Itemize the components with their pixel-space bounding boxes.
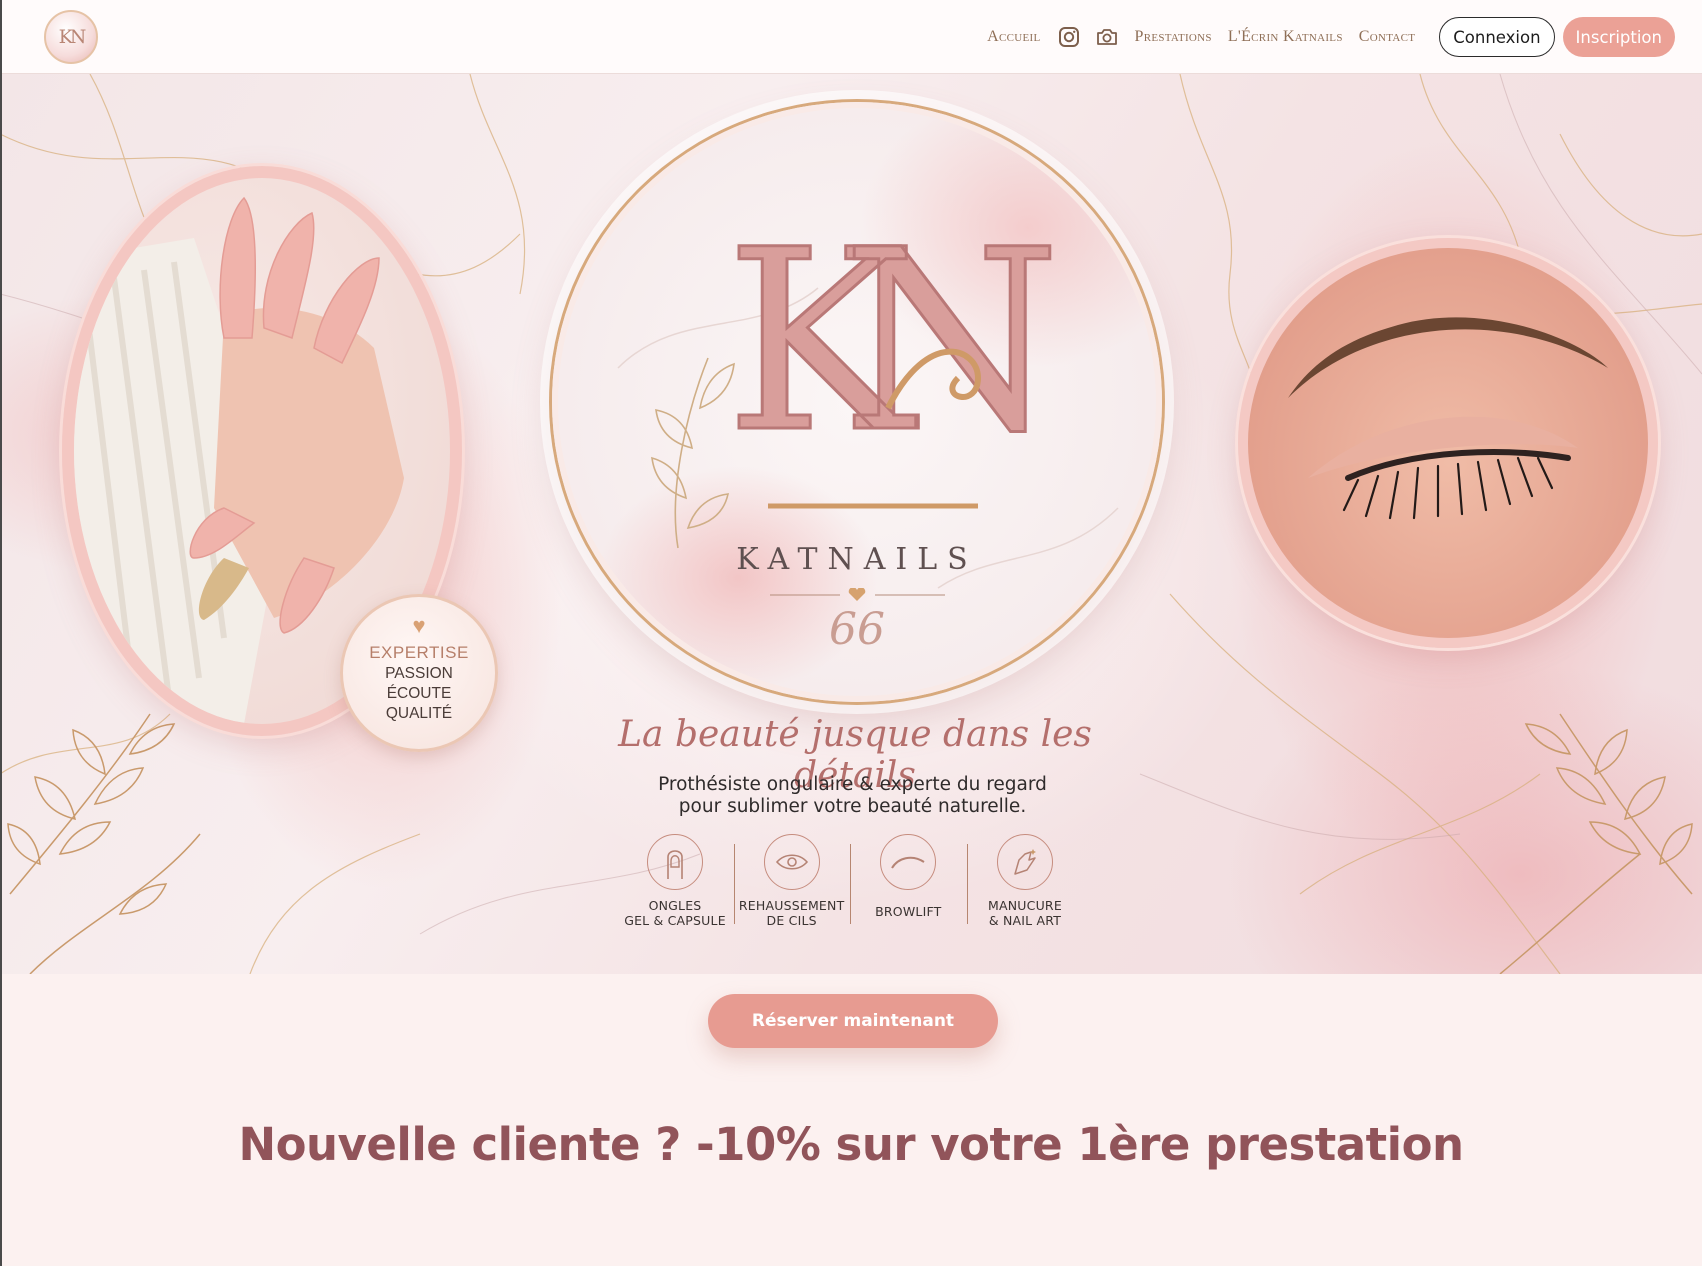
new-client-promo-heading: Nouvelle cliente ? -10% sur votre 1ère p… bbox=[238, 1118, 1464, 1171]
brand-name: KATNAILS bbox=[736, 542, 978, 577]
signup-button[interactable]: Inscription bbox=[1562, 17, 1675, 57]
instagram-icon[interactable] bbox=[1057, 25, 1081, 49]
hero-banner: ♥ EXPERTISE PASSION ÉCOUTE QUALITÉ KN KA… bbox=[0, 74, 1702, 974]
hero-subtitle-line-1: Prothésiste ongulaire & experte du regar… bbox=[658, 774, 1047, 795]
monogram-text: KN bbox=[725, 196, 1050, 487]
eye-icon bbox=[763, 834, 820, 890]
badge-line-expertise: EXPERTISE bbox=[369, 643, 469, 662]
service-rehaussement-line-2: DE CILS bbox=[766, 913, 817, 928]
service-ongles: ONGLES GEL & CAPSULE bbox=[620, 834, 730, 944]
site-logo[interactable]: KN bbox=[44, 10, 98, 64]
brand-number: 66 bbox=[829, 604, 885, 655]
service-manucure-line-1: MANUCURE bbox=[988, 898, 1062, 913]
service-ongles-line-1: ONGLES bbox=[648, 898, 702, 913]
service-manucure: MANUCURE & NAIL ART bbox=[966, 834, 1080, 944]
hand-icon bbox=[996, 834, 1053, 890]
lashes-photo-frame bbox=[1238, 238, 1658, 648]
logo-monogram: KN bbox=[58, 26, 87, 48]
hero-subtitle-line-2: pour sublimer votre beauté naturelle. bbox=[678, 796, 1027, 817]
login-button[interactable]: Connexion bbox=[1439, 17, 1555, 57]
badge-line-ecoute: ÉCOUTE bbox=[386, 685, 452, 702]
badge-line-qualite: QUALITÉ bbox=[385, 705, 453, 722]
heart-divider-icon bbox=[770, 588, 945, 601]
service-rehaussement: REHAUSSEMENT DE CILS bbox=[733, 834, 847, 944]
brow-icon bbox=[880, 834, 937, 890]
hero-subtitle: Prothésiste ongulaire & experte du regar… bbox=[600, 774, 1105, 818]
top-navigation-bar: KN Accueil Prestations L'Écrin Katnails … bbox=[0, 0, 1702, 74]
badge-line-passion: PASSION bbox=[385, 665, 453, 682]
nav-prestations[interactable]: Prestations bbox=[1135, 28, 1212, 46]
heart-icon: ♥ bbox=[412, 613, 426, 638]
service-browlift-line-1: BROWLIFT bbox=[875, 904, 942, 919]
nav-contact[interactable]: Contact bbox=[1359, 28, 1416, 46]
service-ongles-line-2: GEL & CAPSULE bbox=[624, 913, 726, 928]
nav-accueil[interactable]: Accueil bbox=[987, 28, 1040, 46]
service-browlift: BROWLIFT bbox=[850, 834, 963, 944]
book-now-button[interactable]: Réserver maintenant bbox=[708, 994, 998, 1048]
service-rehaussement-line-1: REHAUSSEMENT bbox=[738, 898, 845, 913]
service-manucure-line-2: & NAIL ART bbox=[988, 913, 1062, 928]
camera-icon[interactable] bbox=[1095, 25, 1119, 49]
window-edge bbox=[0, 0, 2, 1266]
service-list: ONGLES GEL & CAPSULE REHAUSSEMENT DE CIL… bbox=[620, 834, 1080, 944]
values-badge: ♥ EXPERTISE PASSION ÉCOUTE QUALITÉ bbox=[340, 594, 498, 752]
main-nav: Accueil Prestations L'Écrin Katnails Con… bbox=[987, 0, 1702, 74]
nav-ecrin-katnails[interactable]: L'Écrin Katnails bbox=[1228, 28, 1343, 46]
closed-eye-illustration bbox=[1288, 317, 1608, 520]
nail-icon bbox=[647, 834, 703, 890]
